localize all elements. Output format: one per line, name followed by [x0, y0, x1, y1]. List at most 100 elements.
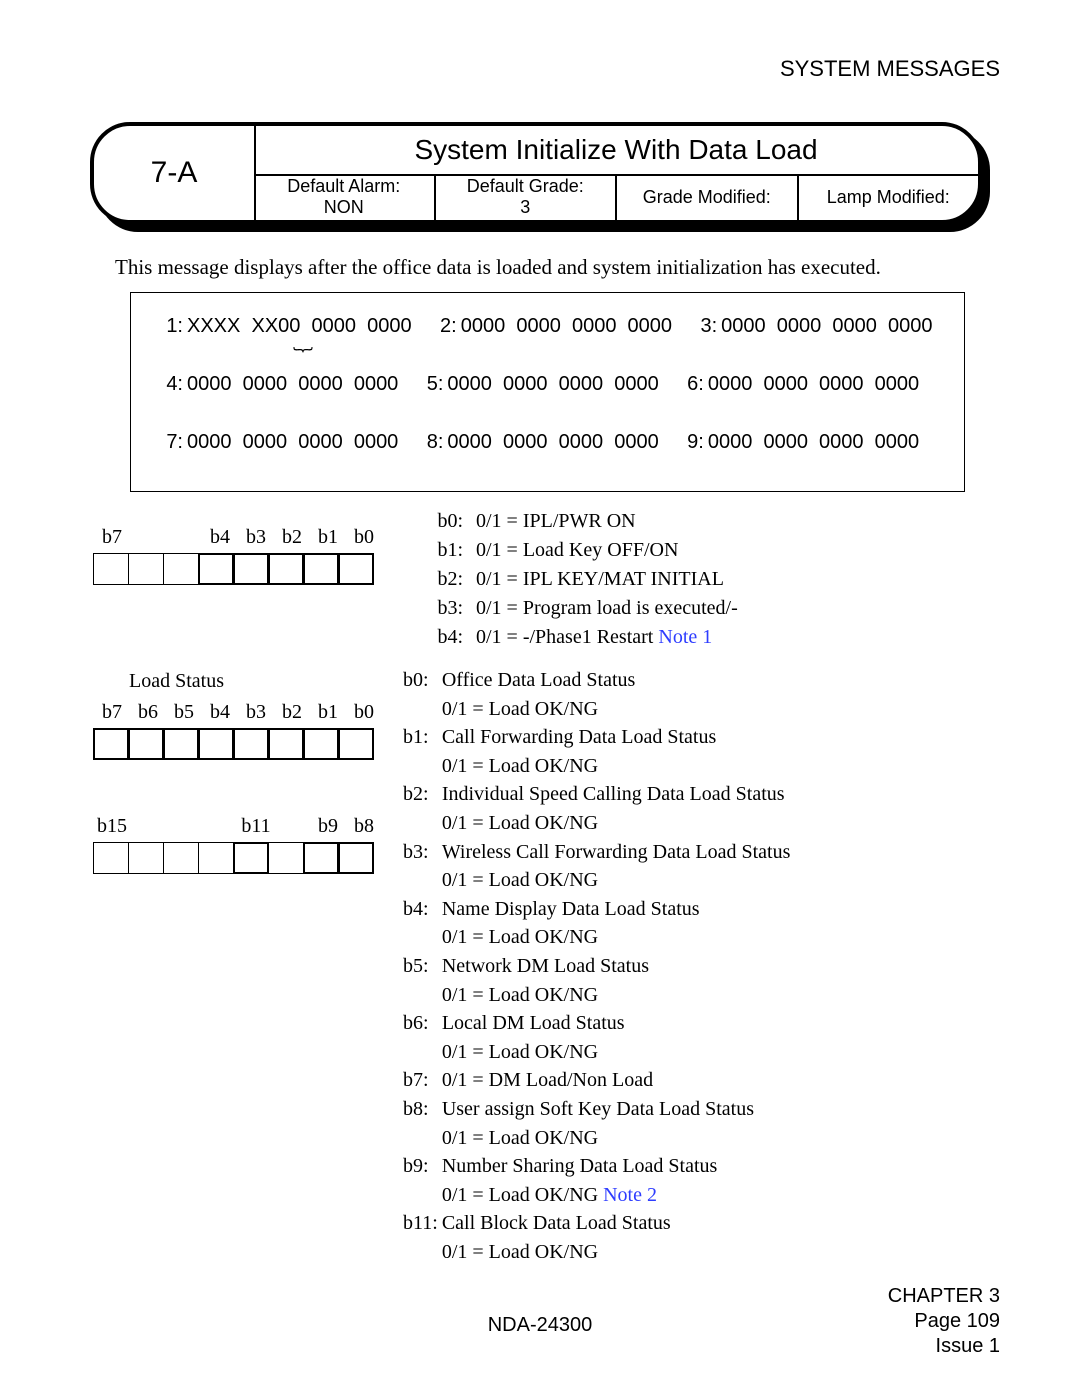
bit-desc-row: b0:Office Data Load Status [402, 667, 791, 694]
bit-cell [268, 553, 304, 585]
bit-desc-row: b8:User assign Soft Key Data Load Status [402, 1096, 791, 1123]
bit-cell [93, 728, 129, 760]
message-code: 7-A [94, 126, 256, 220]
bit-header: b1 [310, 701, 346, 724]
bit-cell [233, 553, 269, 585]
header-cell: Default Grade:3 [436, 174, 618, 220]
bit-desc-row: 0/1 = Load OK/NG [402, 1125, 791, 1152]
bit-header: x [166, 815, 202, 838]
bit-desc-row: b2:0/1 = IPL KEY/MAT INITIAL [402, 566, 739, 593]
bit-cell [163, 842, 199, 874]
bit-cell [233, 842, 269, 874]
header-cell: Default Alarm:NON [254, 174, 436, 220]
message-title: System Initialize With Data Load [254, 126, 978, 176]
bit-desc-row: 0/1 = Load OK/NG [402, 924, 791, 951]
bit-desc-row: 0/1 = Load OK/NG [402, 696, 791, 723]
bit-cell [303, 842, 339, 874]
bit-desc-row: b3:Wireless Call Forwarding Data Load St… [402, 839, 791, 866]
bit-desc-row: b3:0/1 = Program load is executed/- [402, 595, 739, 622]
bit-cell [198, 553, 234, 585]
header-cell: Grade Modified: [617, 174, 799, 220]
data-row: 4:0000 0000 0000 0000 5:0000 0000 0000 0… [149, 373, 946, 396]
bit-descriptions-2: b0:Office Data Load Status0/1 = Load OK/… [400, 665, 793, 1267]
bit-header: b5 [166, 701, 202, 724]
bit-header: b7 [94, 526, 130, 549]
bit-header: b7 [94, 701, 130, 724]
bit-desc-row: b7:0/1 = DM Load/Non Load [402, 1067, 791, 1094]
footer-page-info: CHAPTER 3 Page 109 Issue 1 [888, 1284, 1000, 1359]
bit-header: b1 [310, 526, 346, 549]
bit-desc-row: b4:0/1 = -/Phase1 Restart Note 1 [402, 624, 739, 651]
message-header: 7-A System Initialize With Data Load Def… [90, 122, 990, 232]
data-segment: 4:0000 0000 0000 0000 [149, 373, 409, 396]
note-link[interactable]: Note 1 [658, 626, 712, 648]
bit-header: x [130, 526, 166, 549]
bit-cell [163, 553, 199, 585]
bit-cell [128, 728, 164, 760]
bit-desc-row: b2:Individual Speed Calling Data Load St… [402, 781, 791, 808]
bit-header: b9 [310, 815, 346, 838]
data-block: 1:XXXX XX00 0000 0000 2:0000 0000 0000 0… [130, 292, 965, 492]
bit-desc-row: b5:Network DM Load Status [402, 953, 791, 980]
bit-desc-row: b9:Number Sharing Data Load Status [402, 1153, 791, 1180]
bitset-2: Load Status b7b6b5b4b3b2b1b0 b15xxxb11xb… [94, 670, 382, 874]
bit-header: b2 [274, 701, 310, 724]
bit-desc-row: b11:Call Block Data Load Status [402, 1210, 791, 1237]
bitset-2-title: Load Status [129, 670, 382, 693]
footer-page: Page 109 [914, 1310, 1000, 1332]
bit-cell [198, 842, 234, 874]
bit-cell [93, 553, 129, 585]
running-head: SYSTEM MESSAGES [780, 56, 1000, 82]
bit-cell [303, 553, 339, 585]
bit-cell [128, 842, 164, 874]
footer-chapter: CHAPTER 3 [888, 1285, 1000, 1307]
header-cell: Lamp Modified: [799, 174, 979, 220]
bit-desc-row: 0/1 = Load OK/NG [402, 1039, 791, 1066]
intro-text: This message displays after the office d… [115, 255, 881, 280]
data-segment: 2:0000 0000 0000 0000 [423, 315, 683, 338]
bit-header: x [202, 815, 238, 838]
bit-header: x [274, 815, 310, 838]
data-segment: 5:0000 0000 0000 0000 [409, 373, 669, 396]
bit-cell [128, 553, 164, 585]
bit-header: b3 [238, 701, 274, 724]
bit-desc-row: b0:0/1 = IPL/PWR ON [402, 508, 739, 535]
note-link[interactable]: Note 2 [603, 1184, 657, 1206]
bit-cell [268, 728, 304, 760]
bit-header: b15 [94, 815, 130, 838]
bit-desc-row: 0/1 = Load OK/NG [402, 1239, 791, 1266]
data-row: 1:XXXX XX00 0000 0000 2:0000 0000 0000 0… [149, 315, 946, 338]
bit-desc-row: 0/1 = Load OK/NG Note 2 [402, 1182, 791, 1209]
data-segment: 7:0000 0000 0000 0000 [149, 431, 409, 454]
bit-cell [303, 728, 339, 760]
bit-desc-row: b1:0/1 = Load Key OFF/ON [402, 537, 739, 564]
bit-cell [338, 728, 374, 760]
bit-header: x [166, 526, 202, 549]
data-row: 7:0000 0000 0000 0000 8:0000 0000 0000 0… [149, 431, 946, 454]
data-segment: 8:0000 0000 0000 0000 [409, 431, 669, 454]
bit-desc-row: 0/1 = Load OK/NG [402, 810, 791, 837]
bit-cell [163, 728, 199, 760]
brace-icon: ︸ [293, 341, 312, 370]
data-segment: 1:XXXX XX00 0000 0000 [149, 315, 423, 338]
bit-desc-row: b6:Local DM Load Status [402, 1010, 791, 1037]
bit-header: b2 [274, 526, 310, 549]
bit-cell [198, 728, 234, 760]
bit-descriptions-1: b0:0/1 = IPL/PWR ONb1:0/1 = Load Key OFF… [400, 506, 741, 653]
bit-cell [233, 728, 269, 760]
data-segment: 6:0000 0000 0000 0000 [670, 373, 919, 396]
bit-header: b4 [202, 701, 238, 724]
data-segment: 9:0000 0000 0000 0000 [670, 431, 919, 454]
bit-desc-row: b1:Call Forwarding Data Load Status [402, 724, 791, 751]
bit-desc-row: 0/1 = Load OK/NG [402, 753, 791, 780]
bit-desc-row: b4:Name Display Data Load Status [402, 896, 791, 923]
bit-header: b3 [238, 526, 274, 549]
bit-header: b8 [346, 815, 382, 838]
bit-cell [268, 842, 304, 874]
data-segment: 3:0000 0000 0000 0000 [683, 315, 932, 338]
bit-cell [338, 553, 374, 585]
bit-cell [93, 842, 129, 874]
bit-header: b11 [238, 815, 274, 838]
bit-cell [338, 842, 374, 874]
bit-header: b0 [346, 701, 382, 724]
